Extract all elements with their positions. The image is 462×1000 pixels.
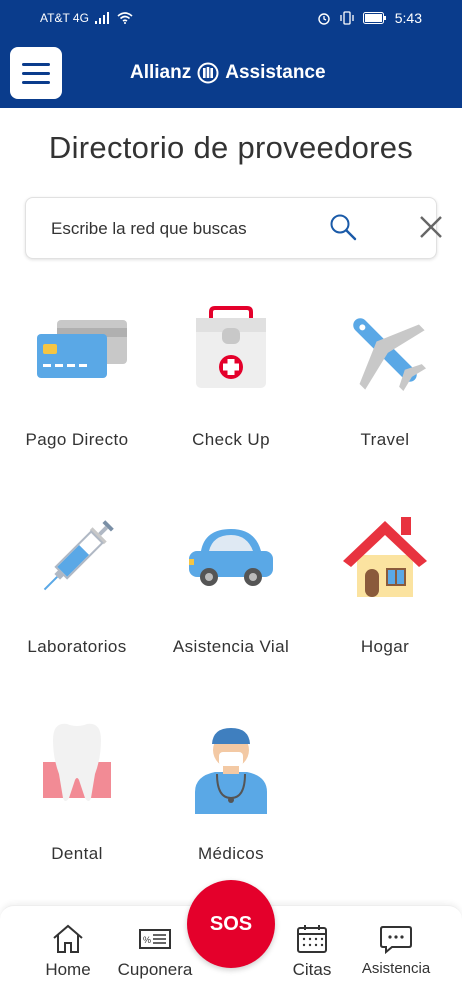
calendar-icon	[297, 925, 327, 953]
nav-label: Home	[45, 960, 91, 979]
wifi-icon	[117, 12, 133, 24]
category-label: Médicos	[197, 844, 265, 863]
house-icon	[343, 517, 427, 597]
category-label: Laboratorios	[27, 637, 127, 656]
category-label: Hogar	[360, 637, 410, 656]
category-hogar[interactable]: Hogar	[308, 507, 462, 657]
hamburger-icon	[22, 62, 50, 66]
close-icon[interactable]	[418, 214, 444, 240]
sos-button[interactable]: SOS	[187, 880, 275, 968]
credit-cards-icon	[37, 320, 127, 378]
nav-citas[interactable]: Citas	[284, 924, 340, 980]
clock-label: 5:43	[394, 10, 422, 26]
category-label: Asistencia Vial	[172, 637, 290, 656]
search-box	[25, 197, 442, 259]
category-label: Pago Directo	[25, 430, 129, 449]
page-title: Directorio de proveedores	[48, 130, 414, 165]
nav-asistencia[interactable]: Asistencia	[352, 924, 440, 977]
status-bar: AT&T 4G 5:43	[0, 0, 462, 36]
brand-suffix: Assistance	[225, 62, 326, 83]
signal-icon	[94, 12, 109, 24]
car-icon	[189, 529, 273, 586]
coupon-icon: %	[139, 929, 171, 949]
menu-button[interactable]	[10, 47, 62, 99]
category-label: Travel	[360, 430, 410, 449]
svg-text:%: %	[143, 935, 151, 945]
brand-name: Allianz	[130, 62, 192, 83]
category-check-up[interactable]: Check Up	[154, 300, 308, 450]
brand-logo: Allianz Assistance	[130, 58, 326, 88]
nav-label: Asistencia	[361, 960, 431, 977]
status-right: 5:43	[317, 10, 422, 26]
category-pago-directo[interactable]: Pago Directo	[0, 300, 154, 450]
category-label: Dental	[51, 844, 103, 863]
vibrate-icon	[340, 11, 354, 25]
alarm-icon	[318, 13, 330, 25]
chat-icon	[380, 926, 412, 954]
nav-home[interactable]: Home	[40, 924, 96, 980]
allianz-emblem-icon	[197, 62, 219, 84]
home-icon	[53, 924, 83, 953]
nav-label: Cuponera	[117, 960, 193, 979]
category-laboratorios[interactable]: Laboratorios	[0, 507, 154, 657]
carrier-label: AT&T 4G	[40, 11, 89, 25]
status-left: AT&T 4G	[40, 11, 133, 25]
doctor-icon	[195, 728, 267, 814]
search-input[interactable]	[51, 214, 331, 244]
app-header: Allianz Assistance	[0, 36, 462, 108]
airplane-icon	[353, 318, 427, 392]
syringe-icon	[43, 520, 114, 591]
nav-label: Citas	[292, 960, 332, 979]
nav-cuponera[interactable]: % Cuponera	[110, 924, 200, 980]
category-medicos[interactable]: Médicos	[154, 714, 308, 864]
category-dental[interactable]: Dental	[0, 714, 154, 864]
search-icon[interactable]	[328, 212, 358, 242]
tooth-icon	[43, 723, 111, 801]
first-aid-kit-icon	[196, 306, 266, 388]
category-asistencia-vial[interactable]: Asistencia Vial	[154, 507, 308, 657]
category-label: Check Up	[192, 430, 270, 449]
category-travel[interactable]: Travel	[308, 300, 462, 450]
battery-icon	[362, 12, 386, 24]
